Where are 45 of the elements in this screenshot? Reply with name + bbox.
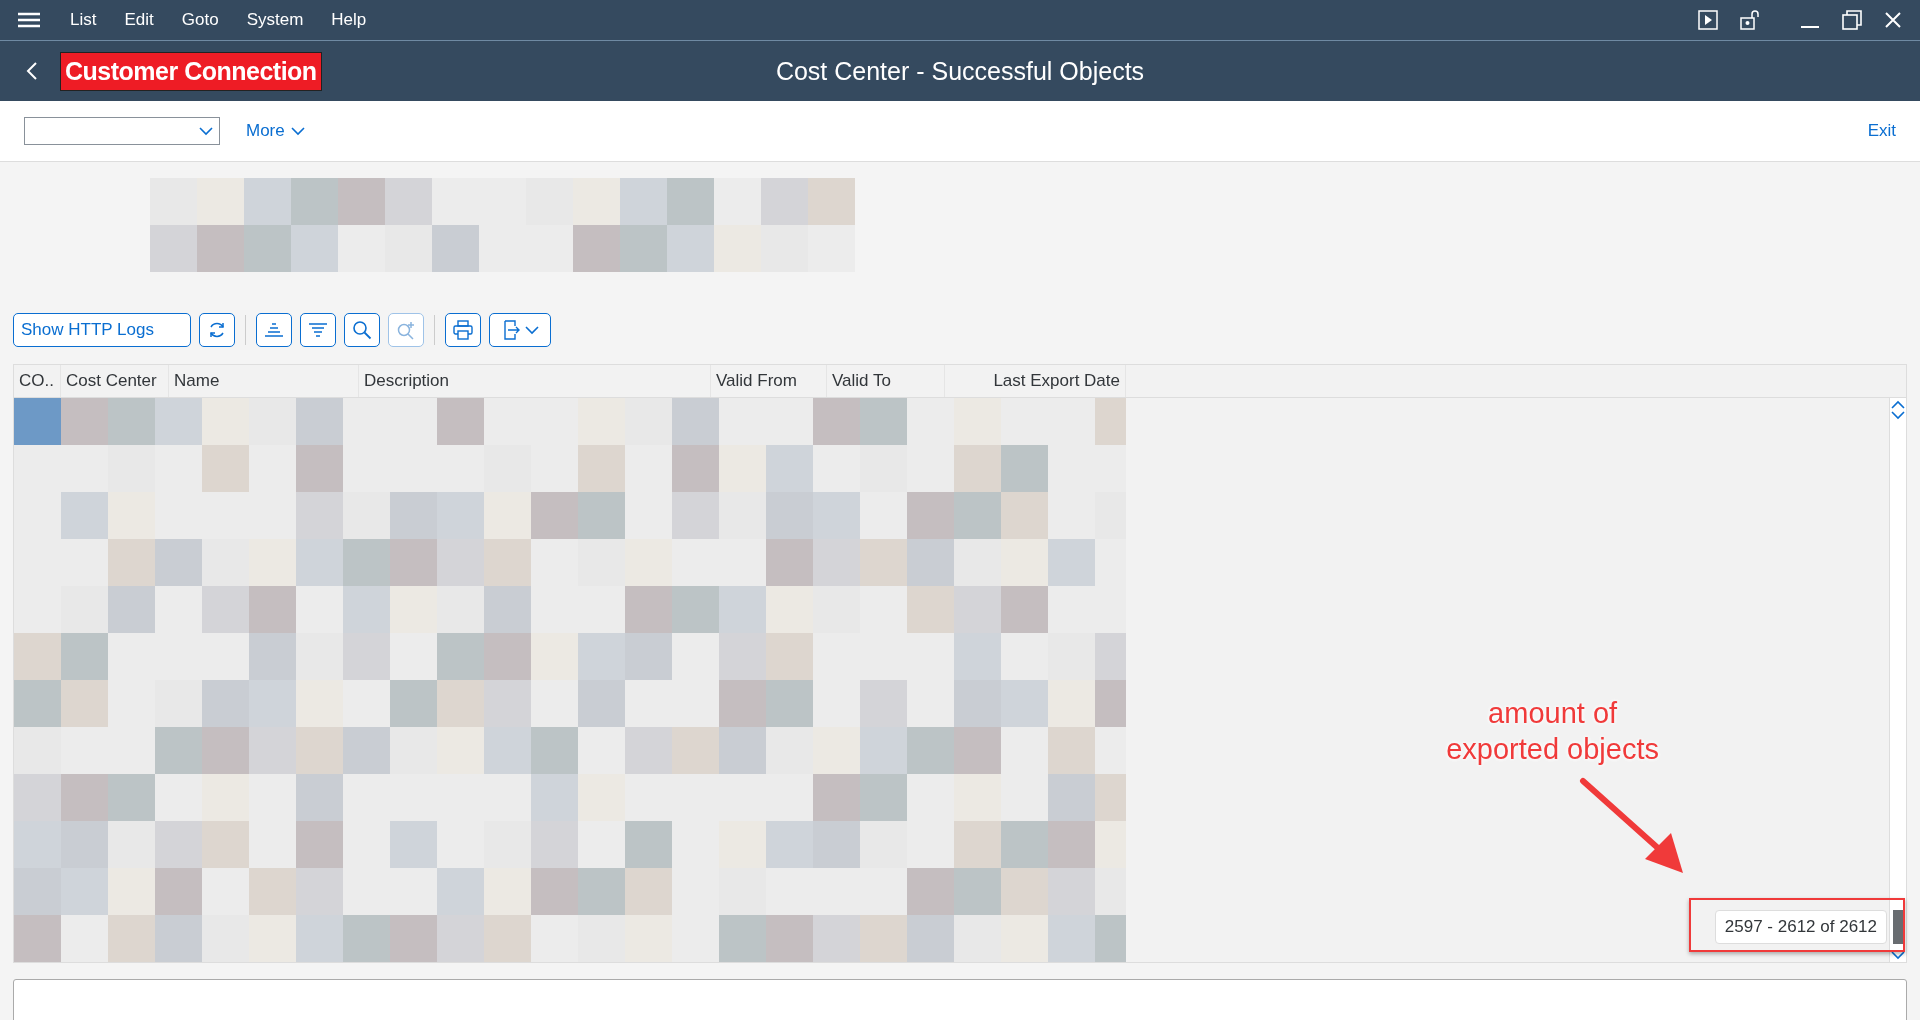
sort-ascending-button[interactable] xyxy=(256,313,292,347)
scroll-down-icon xyxy=(1891,951,1905,960)
filter-icon xyxy=(308,321,328,339)
search-icon xyxy=(352,320,372,340)
sort-icon xyxy=(264,321,284,339)
chevron-down-icon xyxy=(525,325,539,335)
export-button[interactable] xyxy=(489,313,551,347)
menu-item[interactable]: Edit xyxy=(112,10,166,30)
dropdown-field[interactable] xyxy=(24,117,220,145)
more-menu[interactable]: More xyxy=(246,121,305,141)
back-icon[interactable] xyxy=(26,61,38,81)
unlock-icon[interactable] xyxy=(1740,9,1760,31)
menu-item[interactable]: Goto xyxy=(169,10,231,30)
print-button[interactable] xyxy=(445,313,481,347)
close-icon[interactable] xyxy=(1884,11,1902,29)
record-counter: 2597 - 2612 of 2612 xyxy=(1714,910,1887,944)
column-header[interactable]: CO.. xyxy=(14,365,61,397)
printer-icon xyxy=(453,320,473,340)
chevron-down-icon xyxy=(199,126,213,136)
export-icon xyxy=(501,320,521,340)
scroll-down-icon xyxy=(1891,411,1905,420)
restore-icon[interactable] xyxy=(1842,10,1862,30)
column-header[interactable]: Valid To xyxy=(827,365,945,397)
menu-item[interactable]: System xyxy=(234,10,316,30)
menu-item[interactable]: List xyxy=(58,10,109,30)
annotation-text: amount of exported objects xyxy=(1446,696,1659,767)
menu-icon[interactable] xyxy=(18,12,40,28)
column-header[interactable]: Name xyxy=(169,365,359,397)
scrollbar-thumb[interactable] xyxy=(1893,910,1903,944)
column-header[interactable]: Description xyxy=(359,365,711,397)
filter-button[interactable] xyxy=(300,313,336,347)
chevron-down-icon xyxy=(290,126,305,136)
search-plus-icon xyxy=(396,320,416,340)
exit-link[interactable]: Exit xyxy=(1867,121,1896,141)
scroll-up-icon xyxy=(1891,400,1905,409)
window-title: Cost Center - Successful Objects xyxy=(774,56,1146,86)
search-button[interactable] xyxy=(344,313,380,347)
column-header[interactable]: Valid From xyxy=(711,365,827,397)
refresh-icon xyxy=(207,320,227,340)
menu-item[interactable]: Help xyxy=(319,10,379,30)
column-header[interactable]: Cost Center xyxy=(61,365,169,397)
play-icon[interactable] xyxy=(1698,10,1718,30)
refresh-button[interactable] xyxy=(199,313,235,347)
show-http-logs-button[interactable]: Show HTTP Logs xyxy=(13,313,191,347)
logo-badge: Customer Connection xyxy=(60,51,322,91)
